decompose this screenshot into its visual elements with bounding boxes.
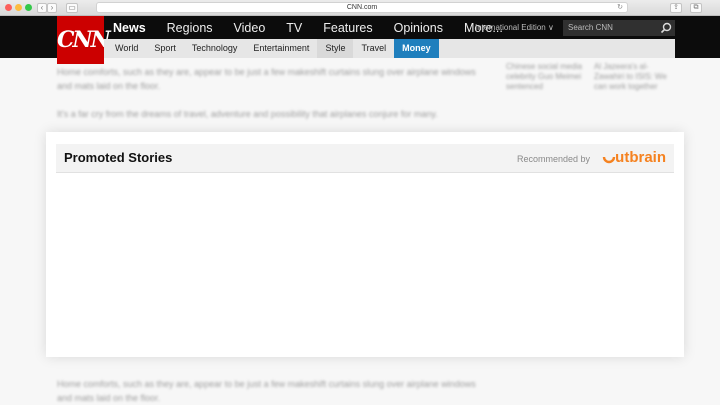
section-item-travel[interactable]: Travel	[353, 39, 394, 58]
search-placeholder: Search CNN	[568, 23, 613, 32]
outbrain-wordmark: utbrain	[615, 149, 666, 166]
nav-item-regions[interactable]: Regions	[167, 16, 213, 40]
minimize-window-button[interactable]	[15, 4, 22, 11]
back-button[interactable]: ‹	[37, 3, 47, 13]
share-button[interactable]: ⇪	[670, 3, 682, 13]
forward-button[interactable]: ›	[47, 3, 57, 13]
section-item-technology[interactable]: Technology	[184, 39, 246, 58]
section-item-sport[interactable]: Sport	[146, 39, 184, 58]
sidebar-icon: ▭	[68, 3, 76, 12]
url-text: CNN.com	[346, 4, 378, 11]
promoted-stories-title: Promoted Stories	[64, 150, 173, 165]
reload-icon[interactable]: ↻	[617, 3, 623, 13]
nav-item-video[interactable]: Video	[234, 16, 266, 40]
sidebar-toggle-button[interactable]: ▭	[66, 3, 78, 13]
section-item-style[interactable]: Style	[317, 39, 354, 58]
search-input[interactable]: Search CNN	[563, 20, 675, 36]
close-window-button[interactable]	[5, 4, 12, 11]
sidebar-headline[interactable]: Al Jazeera's al-Zawahiri to ISIS: We can…	[594, 62, 676, 92]
browser-toolbar: ‹ › ▭ CNN.com ↻ ⇪ ⧉	[0, 0, 720, 16]
nav-item-features[interactable]: Features	[323, 16, 372, 40]
promoted-stories-panel: Promoted Stories Recommended by utbrain	[46, 132, 684, 357]
article-paragraph: It's a far cry from the dreams of travel…	[57, 109, 438, 119]
tabs-icon: ⧉	[693, 4, 699, 11]
article-paragraph: Home comforts, such as they are, appear …	[57, 379, 476, 403]
share-icon: ⇪	[673, 4, 679, 11]
nav-item-tv[interactable]: TV	[286, 16, 302, 40]
sidebar-headline[interactable]: Chinese social media celebrity Guo Meime…	[506, 62, 588, 92]
promoted-stories-header: Promoted Stories Recommended by utbrain	[56, 144, 674, 173]
edition-selector[interactable]: International Edition ∨	[475, 16, 554, 40]
main-nav: News Regions Video TV Features Opinions …	[113, 16, 524, 40]
nav-item-opinions[interactable]: Opinions	[394, 16, 443, 40]
chevron-left-icon: ‹	[40, 3, 44, 12]
section-nav: World Sport Technology Entertainment Sty…	[104, 39, 675, 58]
zoom-window-button[interactable]	[25, 4, 32, 11]
article-paragraph: Home comforts, such as they are, appear …	[57, 67, 476, 91]
outbrain-logo[interactable]: utbrain	[602, 149, 666, 166]
cnn-logo[interactable]: CNN	[57, 16, 111, 64]
search-icon[interactable]	[660, 22, 672, 34]
section-item-entertainment[interactable]: Entertainment	[245, 39, 317, 58]
section-item-money[interactable]: Money	[394, 39, 439, 58]
address-bar[interactable]: CNN.com ↻	[96, 2, 628, 13]
chevron-right-icon: ›	[50, 3, 54, 12]
nav-item-news[interactable]: News	[113, 16, 146, 40]
section-item-world[interactable]: World	[104, 39, 146, 58]
recommended-by-label: Recommended by	[516, 154, 590, 164]
tabs-button[interactable]: ⧉	[690, 3, 702, 13]
